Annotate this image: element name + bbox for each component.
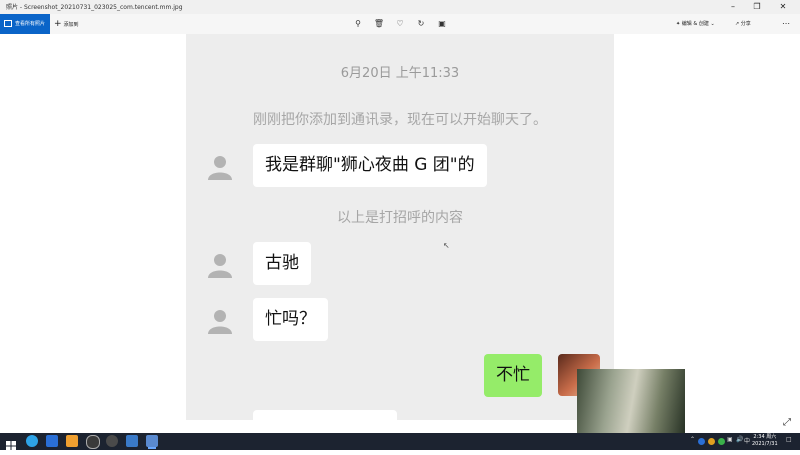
tray-app-icon[interactable] [698, 438, 705, 445]
system-message-added: 刚刚把你添加到通讯录，现在可以开始聊天了。 [253, 112, 547, 128]
app-icon[interactable] [66, 435, 78, 447]
message-bubble: 我是群聊"狮心夜曲 G 团"的 [253, 144, 487, 187]
clock-time: 2:34 周六 [753, 434, 777, 440]
edit-create-label: 编辑 & 创建 [681, 21, 709, 27]
word-icon[interactable] [46, 435, 58, 447]
title-bar: 照片 - Screenshot_20210731_023025_com.tenc… [0, 0, 800, 14]
network-icon[interactable]: ▣ [727, 436, 733, 443]
close-icon[interactable]: ✕ [772, 0, 794, 14]
windows-start-icon[interactable] [6, 436, 16, 451]
obs-icon[interactable] [106, 435, 118, 447]
expand-icon[interactable]: ⤢ [783, 417, 791, 428]
app-icon[interactable] [126, 435, 138, 447]
default-avatar-icon [208, 156, 232, 180]
share-label: 分享 [740, 21, 751, 27]
edit-create-button[interactable]: ✦ 编辑 & 创建 ⌄ [676, 14, 715, 34]
notification-icon[interactable]: □ [786, 436, 792, 443]
add-to-label: 添加到 [63, 22, 79, 28]
window-title: 照片 - Screenshot_20210731_023025_com.tenc… [6, 4, 183, 11]
taskbar: ⌃ ▣ 🔊 中 2:34 周六 2021/7/31 □ [0, 433, 800, 451]
maximize-icon[interactable]: ❐ [746, 0, 768, 14]
more-icon[interactable]: ⋯ [782, 14, 790, 34]
edge-icon[interactable] [26, 435, 38, 447]
view-all-photos-button[interactable]: 查看所有照片 [0, 14, 50, 34]
wechat-tray-icon[interactable] [718, 438, 725, 445]
photos-icon [4, 20, 12, 27]
photo-toolbar: 查看所有照片 + 添加到 ⚲ 🗑 ♡ ↻ ▣ ✦ 编辑 & 创建 ⌄ ↗ 分享 ⋯ [0, 14, 800, 34]
photos-app-icon[interactable] [146, 435, 158, 447]
taskbar-clock[interactable]: 2:34 周六 2021/7/31 [752, 434, 778, 448]
default-avatar-icon [208, 254, 232, 278]
default-avatar-icon [208, 310, 232, 334]
message-bubble: 忙吗？ [253, 298, 328, 341]
system-message-greeting: 以上是打招呼的内容 [337, 210, 463, 226]
clock-date: 2021/7/31 [752, 441, 778, 447]
rotate-icon[interactable]: ↻ [414, 17, 428, 31]
chat-timestamp: 6月20日 上午11:33 [340, 66, 460, 81]
my-message-bubble: 不忙 [484, 354, 542, 397]
minimize-icon[interactable]: – [722, 0, 744, 14]
mouse-cursor-icon: ↖ [443, 241, 450, 250]
delete-icon[interactable]: 🗑 [372, 17, 386, 31]
tray-app-icon[interactable] [708, 438, 715, 445]
input-method-indicator[interactable]: 中 [744, 436, 750, 445]
chevron-down-icon: ⌄ [708, 21, 715, 27]
view-all-label: 查看所有照片 [15, 21, 46, 27]
app-icon[interactable] [86, 435, 100, 449]
add-to-button[interactable]: + 添加到 [54, 14, 79, 34]
chat-screenshot: 6月20日 上午11:33 刚刚把你添加到通讯录，现在可以开始聊天了。 我是群聊… [186, 34, 614, 420]
chevron-up-icon[interactable]: ⌃ [690, 436, 695, 443]
message-bubble-partial [253, 410, 397, 420]
plus-icon: + [54, 19, 62, 29]
message-bubble: 古驰 [253, 242, 311, 285]
favorite-icon[interactable]: ♡ [393, 17, 407, 31]
share-button[interactable]: ↗ 分享 [735, 14, 751, 34]
crop-icon[interactable]: ▣ [435, 17, 449, 31]
zoom-icon[interactable]: ⚲ [351, 17, 365, 31]
volume-icon[interactable]: 🔊 [736, 436, 743, 443]
